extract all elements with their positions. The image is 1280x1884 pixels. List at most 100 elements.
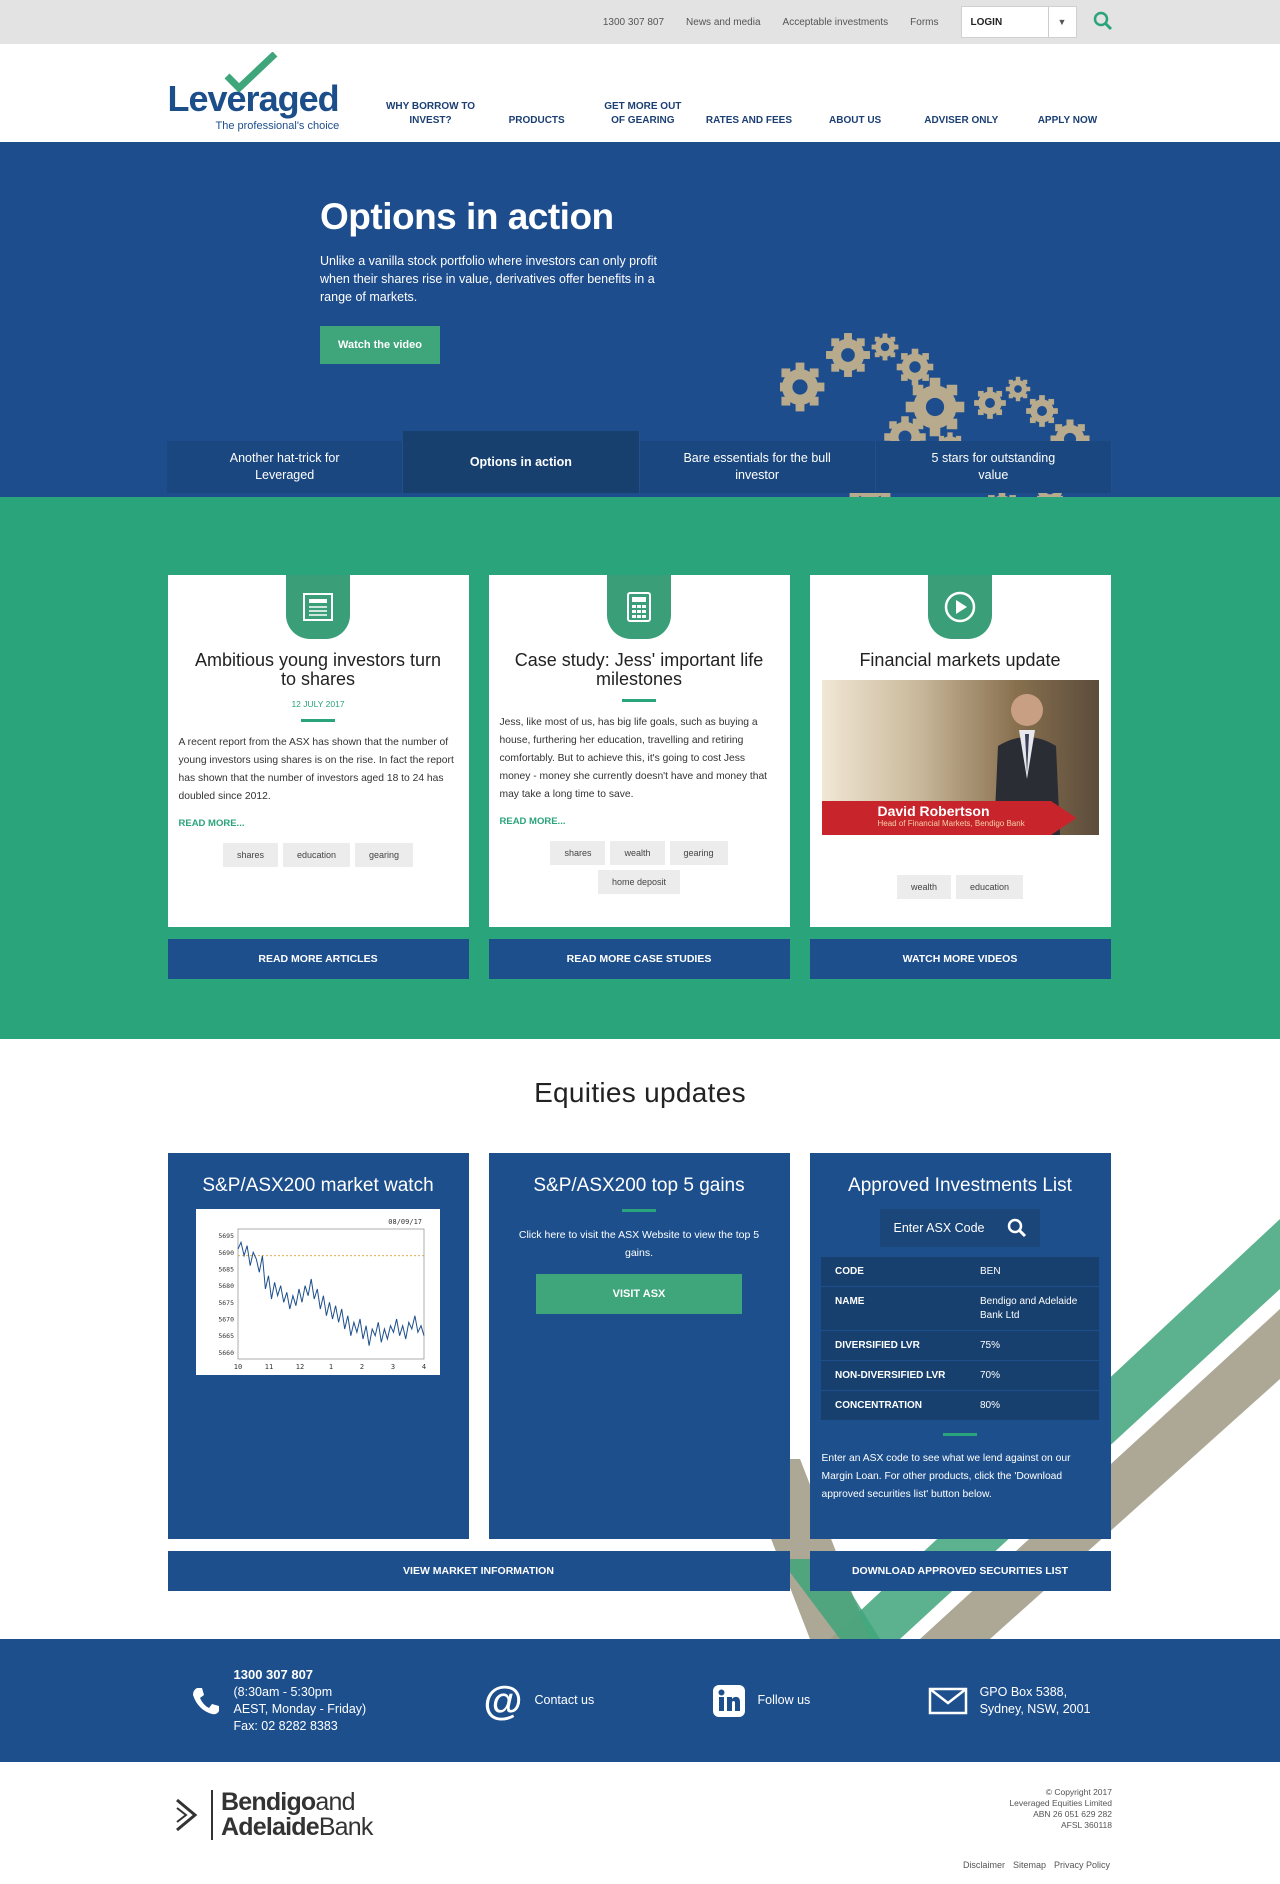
contact-us-label: Contact us <box>534 1693 595 1707</box>
chevron-down-icon[interactable]: ▼ <box>1047 7 1076 37</box>
hero-tab-options[interactable]: Options in action <box>403 431 640 493</box>
calculator-icon <box>606 575 671 639</box>
phone-number: 1300 307 807 <box>233 1667 314 1682</box>
divider <box>943 1433 977 1436</box>
gear-icon <box>826 333 870 377</box>
visit-asx-button[interactable]: VISIT ASX <box>536 1274 742 1314</box>
tag-list: shares wealth gearing home deposit <box>489 841 790 894</box>
newspaper-icon <box>285 575 350 639</box>
asx-code-input[interactable]: Enter ASX Code <box>893 1221 984 1235</box>
address-line-1: GPO Box 5388, <box>979 1684 1068 1699</box>
approved-investments-title: Approved Investments List <box>848 1175 1072 1196</box>
phone-contact[interactable]: 1300 307 807 (8:30am - 5:30pm AEST, Mond… <box>190 1666 366 1735</box>
watch-video-button[interactable]: Watch the video <box>320 326 440 364</box>
disclaimer-link[interactable]: Disclaimer <box>963 1860 1005 1870</box>
divider <box>301 719 335 722</box>
read-more-link[interactable]: READ MORE... <box>489 804 790 827</box>
bendigo-adelaide-bank-logo[interactable]: Bendigoand AdelaideBank <box>175 1790 373 1840</box>
hero-tab-bare-essentials[interactable]: Bare essentials for the bull investor <box>639 441 876 493</box>
article-title[interactable]: Ambitious young investors turn to shares <box>168 651 469 689</box>
envelope-icon <box>928 1687 967 1714</box>
tag-list: wealth education <box>810 875 1111 899</box>
nav-apply[interactable]: APPLY NOW <box>1022 98 1112 128</box>
logo-tagline: The professional's choice <box>215 120 340 132</box>
tag[interactable]: gearing <box>355 843 414 867</box>
row-label: CONCENTRATION <box>821 1390 966 1421</box>
forms-link[interactable]: Forms <box>910 17 938 28</box>
case-study-title[interactable]: Case study: Jess' important life milesto… <box>489 651 790 689</box>
leveraged-logo[interactable]: Leveraged The professional's choice <box>168 46 368 136</box>
tag[interactable]: gearing <box>669 841 728 865</box>
x-tick-label: 4 <box>422 1363 426 1371</box>
presenter-name: David Robertson <box>877 803 990 819</box>
asx-code-search[interactable]: Enter ASX Code <box>880 1209 1040 1247</box>
top-gains-text[interactable]: Click here to visit the ASX Website to v… <box>489 1226 790 1262</box>
y-tick-label: 5675 <box>218 1299 234 1307</box>
tag[interactable]: shares <box>222 843 278 867</box>
row-label: DIVERSIFIED LVR <box>821 1330 966 1361</box>
row-label: NAME <box>821 1286 966 1331</box>
approved-investments-note: Enter an ASX code to see what we lend ag… <box>821 1453 1071 1500</box>
contact-us-link[interactable]: @ Contact us <box>483 1681 594 1721</box>
video-title[interactable]: Financial markets update <box>810 651 1111 670</box>
gear-icon <box>871 333 899 361</box>
follow-us-link[interactable]: Follow us <box>712 1684 810 1718</box>
read-more-link[interactable]: READ MORE... <box>168 806 469 829</box>
download-approved-securities-button[interactable]: DOWNLOAD APPROVED SECURITIES LIST <box>809 1551 1111 1591</box>
tag[interactable]: home deposit <box>597 870 681 894</box>
tag[interactable]: shares <box>550 841 606 865</box>
gear-icon <box>1005 376 1031 402</box>
hero-title: Options in action <box>320 196 614 237</box>
row-value: BEN <box>966 1257 1099 1287</box>
market-watch-title: S&P/ASX200 market watch <box>202 1175 434 1196</box>
hero-tab-hat-trick[interactable]: Another hat-trick for Leveraged <box>167 441 404 493</box>
privacy-link[interactable]: Privacy Policy <box>1054 1860 1110 1870</box>
tag[interactable]: education <box>282 843 351 867</box>
y-tick-label: 5670 <box>218 1316 234 1324</box>
tag[interactable]: education <box>955 875 1024 899</box>
nav-products[interactable]: PRODUCTS <box>492 98 582 128</box>
login-label: LOGIN <box>970 17 1003 28</box>
x-tick-label: 10 <box>234 1363 242 1371</box>
play-circle-icon <box>927 575 992 639</box>
abn: ABN 26 051 629 282 <box>1033 1809 1112 1819</box>
nav-why-borrow[interactable]: WHY BORROW TO INVEST? <box>386 98 476 128</box>
nav-adviser[interactable]: ADVISER ONLY <box>916 98 1006 128</box>
bank-name-1: Bendigo <box>221 1788 316 1816</box>
market-chart-svg: 08/09/17 5695 5690 5685 5680 5675 5670 5665 5660… <box>218 1218 426 1371</box>
gear-icon <box>1026 395 1058 427</box>
hours-line-1: (8:30am - 5:30pm <box>233 1685 333 1699</box>
video-card: Financial markets update David Robertson… <box>809 575 1111 979</box>
acceptable-investments-link[interactable]: Acceptable investments <box>783 17 889 28</box>
read-more-case-studies-button[interactable]: READ MORE CASE STUDIES <box>488 939 790 979</box>
nav-get-more[interactable]: GET MORE OUT OF GEARING <box>598 98 688 128</box>
y-tick-label: 5665 <box>218 1332 234 1340</box>
contact-footer: 1300 307 807 (8:30am - 5:30pm AEST, Mond… <box>0 1639 1280 1762</box>
sitemap-link[interactable]: Sitemap <box>1013 1860 1046 1870</box>
phone-link[interactable]: 1300 307 807 <box>603 17 664 28</box>
tag[interactable]: wealth <box>896 875 951 899</box>
view-market-information-button[interactable]: VIEW MARKET INFORMATION <box>167 1551 790 1591</box>
row-value: 75% <box>966 1330 1099 1361</box>
postal-address: GPO Box 5388, Sydney, NSW, 2001 <box>928 1684 1091 1718</box>
hero-body: Unlike a vanilla stock portfolio where i… <box>320 254 657 304</box>
article-card: Ambitious young investors turn to shares… <box>167 575 469 979</box>
chart-date-label: 08/09/17 <box>388 1218 422 1226</box>
nav-rates[interactable]: RATES AND FEES <box>704 98 794 128</box>
divider <box>622 1209 656 1212</box>
row-label: NON-DIVERSIFIED LVR <box>821 1360 966 1391</box>
login-dropdown[interactable]: LOGIN ▼ <box>960 6 1077 38</box>
video-thumbnail[interactable]: David Robertson Head of Financial Market… <box>821 680 1099 835</box>
watch-more-videos-button[interactable]: WATCH MORE VIDEOS <box>809 939 1111 979</box>
company-name: Leveraged Equities Limited <box>1009 1798 1112 1808</box>
tag[interactable]: wealth <box>610 841 665 865</box>
presenter-role: Head of Financial Markets, Bendigo Bank <box>877 819 1025 828</box>
hero-tab-5-stars[interactable]: 5 stars for outstanding value <box>875 441 1112 493</box>
fax-number: Fax: 02 8282 8383 <box>233 1719 338 1733</box>
read-more-articles-button[interactable]: READ MORE ARTICLES <box>167 939 469 979</box>
news-media-link[interactable]: News and media <box>686 17 760 28</box>
nav-about[interactable]: ABOUT US <box>810 98 900 128</box>
phone-icon <box>192 1687 219 1714</box>
search-icon[interactable] <box>1093 11 1113 34</box>
search-icon[interactable] <box>1007 1218 1027 1238</box>
